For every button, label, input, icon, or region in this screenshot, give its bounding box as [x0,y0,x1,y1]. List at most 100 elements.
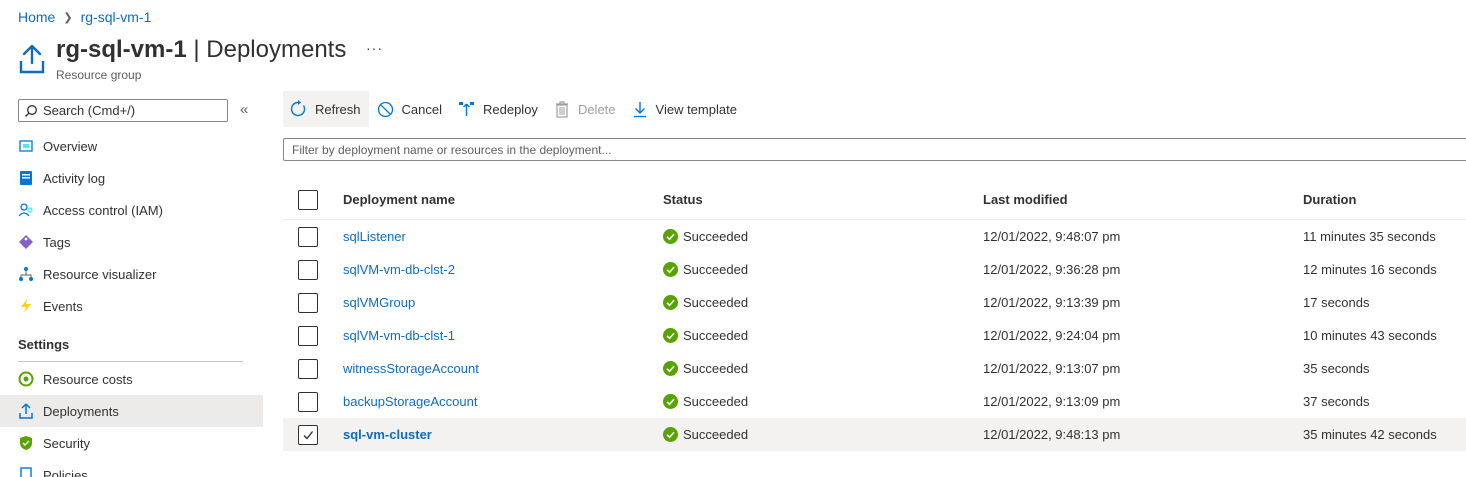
deployments-icon [18,403,34,419]
search-input[interactable] [43,103,213,118]
table-row[interactable]: witnessStorageAccount Succeeded 12/01/2022… [283,352,1466,385]
status-text: Succeeded [683,262,749,277]
deployment-name-link[interactable]: backupStorageAccount [343,394,477,409]
table-header: Deployment name Status Last modified Dur… [283,180,1466,220]
sidebar-item-resource-costs[interactable]: Resource costs [0,363,263,395]
cancel-label: Cancel [401,101,442,117]
success-check-icon [663,394,678,409]
deployment-name-link[interactable]: witnessStorageAccount [343,361,479,376]
header-last-modified[interactable]: Last modified [983,192,1303,207]
sidebar-item-label: Deployments [43,403,119,419]
cost-icon [18,371,34,387]
status-cell: Succeeded [663,328,983,343]
policies-icon [18,467,34,477]
collapse-sidebar-button[interactable]: « [240,101,248,118]
success-check-icon [663,328,678,343]
last-modified-cell: 12/01/2022, 9:24:04 pm [983,328,1121,343]
row-checkbox[interactable] [298,259,318,280]
deployment-name-link[interactable]: sqlVM-vm-db-clst-1 [343,328,455,343]
duration-cell: 35 seconds [1303,361,1370,376]
sidebar-item-label: Access control (IAM) [43,202,163,218]
header-duration[interactable]: Duration [1303,192,1466,207]
blade-name: Deployments [206,36,347,63]
cancel-icon [377,101,393,117]
status-cell: Succeeded [663,295,983,310]
sidebar-item-tags[interactable]: Tags [0,226,263,258]
deployment-name-link[interactable]: sqlVM-vm-db-clst-2 [343,262,455,277]
header-deployment-name[interactable]: Deployment name [343,192,663,207]
deployment-name-link[interactable]: sqlVMGroup [343,295,415,310]
success-check-icon [663,229,678,244]
checkmark-icon [303,430,314,440]
breadcrumb-resource-link[interactable]: rg-sql-vm-1 [81,9,152,25]
visualizer-icon [18,266,34,282]
duration-cell: 17 seconds [1303,295,1370,310]
row-checkbox[interactable] [298,292,318,313]
deployment-name-link[interactable]: sql-vm-cluster [343,427,432,442]
deployments-table: Deployment name Status Last modified Dur… [283,180,1466,451]
deployment-name-link[interactable]: sqlListener [343,229,406,244]
deployments-icon [19,44,45,74]
cancel-button[interactable]: Cancel [369,91,450,127]
success-check-icon [663,295,678,310]
breadcrumb-home-link[interactable]: Home [18,9,55,25]
status-text: Succeeded [683,427,749,442]
last-modified-cell: 12/01/2022, 9:13:07 pm [983,361,1121,376]
header-status[interactable]: Status [663,192,983,207]
sidebar-item-overview[interactable]: Overview [0,130,263,162]
row-checkbox[interactable] [298,424,318,445]
status-cell: Succeeded [663,394,983,409]
row-checkbox[interactable] [298,391,318,412]
sidebar-search[interactable] [18,99,228,122]
status-cell: Succeeded [663,361,983,376]
sidebar-item-resource-visualizer[interactable]: Resource visualizer [0,258,263,290]
last-modified-cell: 12/01/2022, 9:13:09 pm [983,394,1121,409]
chevron-right-icon: ❯ [63,11,73,24]
table-row[interactable]: sqlListener Succeeded 12/01/2022, 9:48:07 … [283,220,1466,253]
title-separator: | [186,36,207,63]
divider [18,361,243,362]
table-row[interactable]: sqlVM-vm-db-clst-2 Succeeded 12/01/2022, 9… [283,253,1466,286]
table-row[interactable]: sqlVMGroup Succeeded 12/01/2022, 9:13:39 p… [283,286,1466,319]
status-text: Succeeded [683,394,749,409]
redeploy-button[interactable]: Redeploy [450,91,546,127]
delete-button[interactable]: Delete [546,91,624,127]
sidebar-item-deployments[interactable]: Deployments [0,395,263,427]
sidebar-item-security[interactable]: Security [0,427,263,459]
events-icon [18,298,34,314]
view-template-label: View template [655,101,737,117]
breadcrumb: Home ❯ rg-sql-vm-1 [18,9,151,25]
duration-cell: 35 minutes 42 seconds [1303,427,1437,442]
redeploy-icon [459,101,474,116]
status-text: Succeeded [683,328,749,343]
sidebar-item-events[interactable]: Events [0,290,263,322]
refresh-label: Refresh [315,101,361,117]
refresh-button[interactable]: Refresh [283,91,369,127]
download-icon [633,101,646,117]
filter-box[interactable] [283,138,1466,161]
filter-input[interactable] [292,142,1466,157]
sidebar-item-label: Resource costs [43,371,133,387]
status-text: Succeeded [683,295,749,310]
sidebar-item-label: Activity log [43,170,106,186]
row-checkbox[interactable] [298,358,318,379]
security-icon [18,435,34,451]
success-check-icon [663,262,678,277]
select-all-checkbox[interactable] [298,189,318,210]
sidebar-item-policies[interactable]: Policies [0,459,263,477]
duration-cell: 10 minutes 43 seconds [1303,328,1437,343]
view-template-button[interactable]: View template [624,91,745,127]
table-row[interactable]: sql-vm-cluster Succeeded 12/01/2022, 9:48:… [283,418,1466,451]
duration-cell: 11 minutes 35 seconds [1303,229,1436,244]
sidebar-item-label: Security [43,435,90,451]
redeploy-label: Redeploy [483,101,538,117]
sidebar-item-iam[interactable]: Access control (IAM) [0,194,263,226]
row-checkbox[interactable] [298,226,318,247]
last-modified-cell: 12/01/2022, 9:13:39 pm [983,295,1121,310]
row-checkbox[interactable] [298,325,318,346]
sidebar-item-label: Policies [43,467,88,477]
table-row[interactable]: backupStorageAccount Succeeded 12/01/2022,… [283,385,1466,418]
table-row[interactable]: sqlVM-vm-db-clst-1 Succeeded 12/01/2022, 9… [283,319,1466,352]
sidebar-item-activity-log[interactable]: Activity log [0,162,263,194]
more-options-button[interactable]: ··· [366,40,383,56]
